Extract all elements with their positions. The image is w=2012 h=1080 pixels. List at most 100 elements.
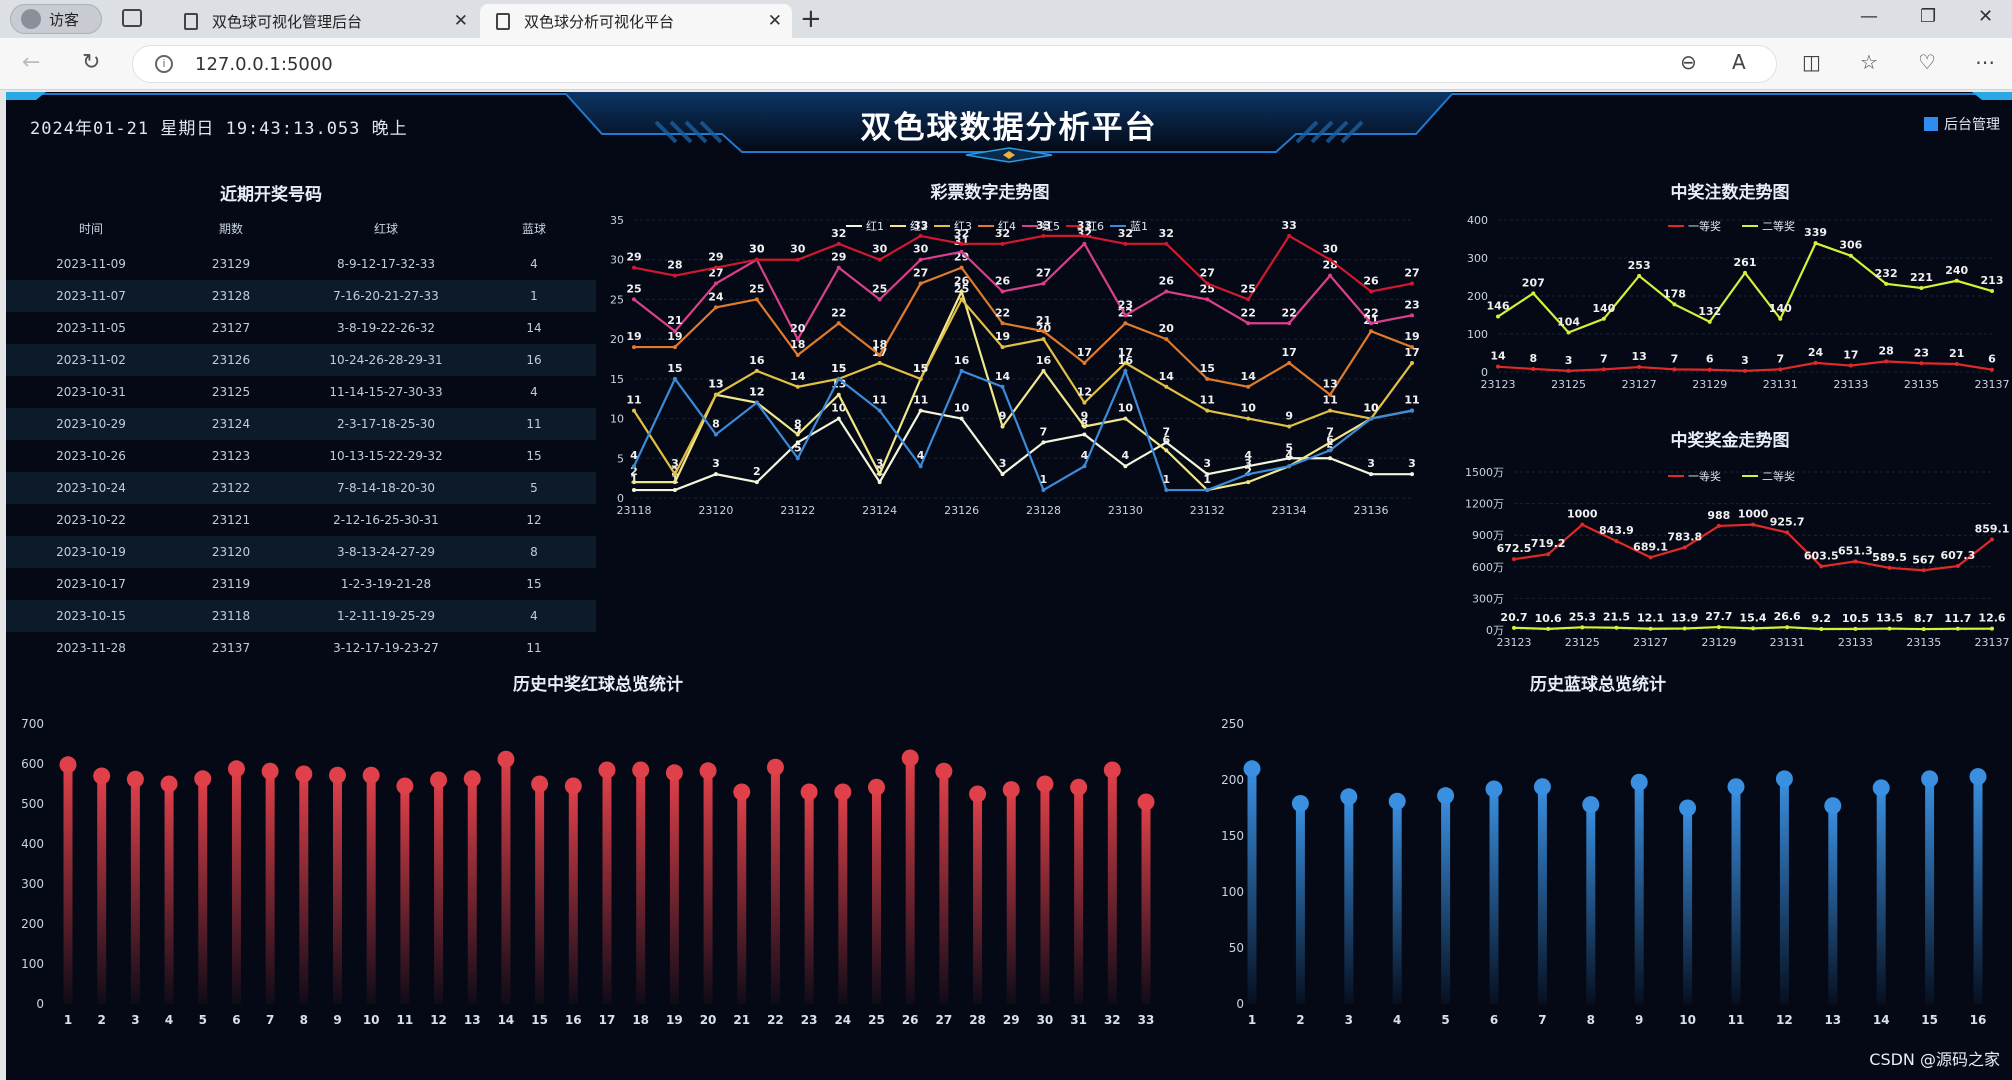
tab-actions-icon[interactable] bbox=[122, 9, 142, 27]
y-tick-label: 25 bbox=[610, 293, 624, 306]
admin-link[interactable]: 后台管理 bbox=[1924, 114, 2000, 134]
table-cell: 23120 bbox=[211, 545, 251, 559]
data-point bbox=[1041, 329, 1046, 334]
data-point bbox=[1164, 337, 1169, 342]
bar-cap bbox=[632, 761, 650, 779]
data-point bbox=[1921, 568, 1926, 573]
site-info-icon[interactable]: i bbox=[155, 55, 173, 73]
more-menu-icon[interactable]: ⋯ bbox=[1975, 50, 1995, 74]
bar bbox=[231, 768, 241, 1004]
data-point bbox=[672, 273, 677, 278]
data-label: 25 bbox=[626, 282, 641, 295]
data-point bbox=[877, 297, 882, 302]
data-point bbox=[632, 297, 636, 302]
data-point bbox=[1041, 368, 1046, 373]
x-tick-label: 4 bbox=[1393, 1013, 1401, 1027]
data-point bbox=[1853, 626, 1858, 631]
favorites-icon[interactable]: ☆ bbox=[1860, 50, 1878, 74]
x-tick-label: 23131 bbox=[1770, 636, 1805, 649]
table-row: 2023-10-29 23124 2-3-17-18-25-30 11 bbox=[6, 408, 596, 440]
back-icon[interactable]: ← bbox=[22, 50, 40, 75]
close-tab-icon[interactable]: ✕ bbox=[768, 11, 782, 31]
bar-cap bbox=[1582, 796, 1600, 814]
data-label: 26.6 bbox=[1774, 610, 1801, 623]
data-point bbox=[918, 376, 923, 381]
data-label: 140 bbox=[1592, 302, 1615, 315]
y-tick-label: 700 bbox=[21, 717, 44, 731]
data-label: 3 bbox=[1741, 354, 1749, 367]
close-window-button[interactable]: ✕ bbox=[1978, 6, 1993, 27]
data-point bbox=[1546, 626, 1551, 631]
data-label: 17 bbox=[1843, 349, 1858, 362]
table-cell: 4 bbox=[530, 609, 538, 623]
bar-cap bbox=[1921, 770, 1939, 788]
minimize-button[interactable]: — bbox=[1860, 6, 1878, 27]
data-point bbox=[1410, 345, 1414, 350]
data-label: 28 bbox=[1878, 344, 1893, 357]
data-point bbox=[1778, 367, 1783, 372]
data-point bbox=[1123, 368, 1128, 373]
table-cell: 23129 bbox=[211, 257, 251, 271]
data-point bbox=[1566, 368, 1571, 373]
new-tab-button[interactable]: + bbox=[800, 4, 822, 34]
data-label: 19 bbox=[1404, 330, 1419, 343]
browser-essentials-icon[interactable]: ♡ bbox=[1918, 50, 1936, 74]
data-point bbox=[836, 265, 841, 270]
data-label: 253 bbox=[1628, 259, 1651, 272]
bar bbox=[872, 787, 881, 1004]
y-tick-label: 100 bbox=[21, 957, 44, 971]
data-label: 26 bbox=[995, 274, 1011, 287]
data-point bbox=[795, 257, 800, 262]
bar bbox=[1828, 805, 1838, 1004]
url-field[interactable]: i 127.0.0.1:5000 bbox=[132, 45, 1777, 83]
x-tick-label: 23125 bbox=[1551, 378, 1586, 391]
read-aloud-icon[interactable]: A bbox=[1732, 50, 1746, 74]
restore-button[interactable]: ❐ bbox=[1920, 6, 1936, 27]
chart-title: 彩票数字走势图 bbox=[930, 182, 1050, 203]
data-point bbox=[632, 480, 636, 485]
x-tick-label: 13 bbox=[464, 1013, 481, 1027]
data-point bbox=[1246, 297, 1251, 302]
data-label: 15 bbox=[667, 362, 682, 375]
table-cell: 2023-11-28 bbox=[56, 641, 126, 655]
tab-admin[interactable]: 双色球可视化管理后台 ✕ bbox=[168, 4, 478, 38]
data-label: 988 bbox=[1707, 509, 1730, 522]
x-tick-label: 23 bbox=[801, 1013, 818, 1027]
data-point bbox=[1205, 488, 1210, 493]
guest-profile-button[interactable]: 访客 bbox=[10, 4, 102, 34]
data-label: 11 bbox=[626, 394, 641, 407]
data-label: 17 bbox=[1077, 346, 1092, 359]
data-label: 11.7 bbox=[1944, 612, 1971, 625]
browser-tab-bar: 访客 双色球可视化管理后台 ✕ 双色球分析可视化平台 ✕ + — ❐ ✕ bbox=[0, 0, 2012, 38]
split-screen-icon[interactable]: ◫ bbox=[1802, 50, 1821, 74]
data-point bbox=[1287, 464, 1292, 469]
data-label: 12.6 bbox=[1978, 612, 2005, 625]
x-tick-label: 3 bbox=[131, 1013, 139, 1027]
tab-active[interactable]: 双色球分析可视化平台 ✕ bbox=[480, 4, 792, 38]
data-point bbox=[1496, 364, 1500, 369]
table-row: 2023-11-02 23126 10-24-26-28-29-31 16 bbox=[6, 344, 596, 376]
table-row: 2023-10-24 23122 7-8-14-18-20-30 5 bbox=[6, 472, 596, 504]
data-label: 843.9 bbox=[1599, 524, 1634, 537]
data-label: 8 bbox=[794, 417, 802, 430]
dashboard: 2024年01-21 星期日 19:43:13.053 晚上 双色球数据分析平台… bbox=[6, 92, 2012, 1080]
data-label: 567 bbox=[1912, 553, 1935, 566]
reload-icon[interactable]: ↻ bbox=[82, 50, 100, 75]
data-label: 32 bbox=[831, 227, 846, 240]
x-tick-label: 33 bbox=[1138, 1013, 1155, 1027]
data-point bbox=[1785, 625, 1790, 630]
x-tick-label: 32 bbox=[1104, 1013, 1121, 1027]
data-label: 1000 bbox=[1567, 508, 1598, 521]
tab-title: 双色球分析可视化平台 bbox=[524, 12, 675, 31]
close-tab-icon[interactable]: ✕ bbox=[454, 11, 468, 31]
y-tick-label: 400 bbox=[21, 837, 44, 851]
x-tick-label: 23124 bbox=[862, 504, 897, 517]
data-label: 23 bbox=[1404, 298, 1419, 311]
table-cell: 2023-10-22 bbox=[56, 513, 126, 527]
zoom-icon[interactable]: ⊖ bbox=[1680, 50, 1697, 74]
bar bbox=[1779, 778, 1789, 1004]
data-point bbox=[1955, 626, 1960, 631]
data-point bbox=[836, 376, 841, 381]
bar-cap bbox=[261, 762, 279, 780]
y-tick-label: 250 bbox=[1221, 717, 1244, 731]
